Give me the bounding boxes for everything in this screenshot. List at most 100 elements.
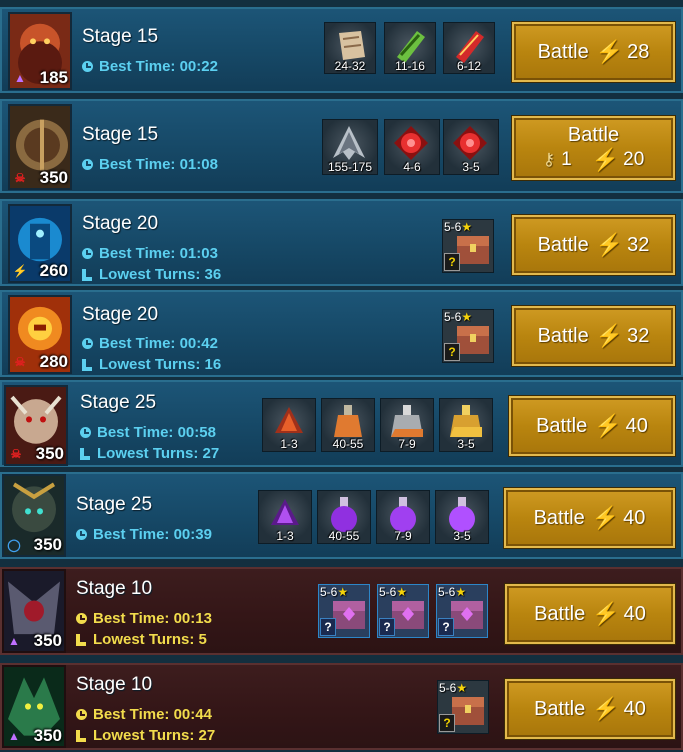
battle-button[interactable]: Battle ⚡ 40: [504, 488, 675, 548]
boss-level: 260: [39, 261, 68, 280]
stage-title: Stage 20: [82, 213, 159, 234]
best-time: Best Time: 01:03: [82, 245, 218, 262]
skull-icon: ☠: [14, 355, 26, 369]
clock-icon: [82, 159, 93, 170]
battle-button[interactable]: Battle ⚡ 32: [512, 215, 675, 275]
best-time: Best Time: 00:13: [76, 610, 212, 627]
clock-icon: [76, 709, 87, 720]
unknown-icon: ?: [444, 343, 460, 361]
purple-shard-icon: [271, 499, 299, 525]
energy-icon: ⚡: [591, 146, 620, 172]
boss-portrait: ◯ 350: [2, 474, 66, 557]
triangle-icon: ▲: [8, 634, 20, 648]
reward-slot[interactable]: 7-9: [380, 398, 434, 452]
boss-level: 350: [33, 726, 62, 745]
reward-chest[interactable]: 5-6★ ?: [318, 584, 370, 638]
chest-icon: [392, 601, 424, 629]
clock-icon: [82, 61, 93, 72]
reward-slot[interactable]: 3-5: [443, 119, 499, 175]
skull-icon: ☠: [14, 171, 26, 185]
gold-potion-icon: [450, 405, 482, 437]
best-time: Best Time: 00:22: [82, 58, 218, 75]
best-time: Best Time: 00:44: [76, 706, 212, 723]
key-icon: ⚷: [542, 149, 556, 169]
star-icon: ★: [461, 220, 473, 234]
unknown-icon: ?: [320, 618, 336, 636]
grey-potion-icon: [391, 405, 423, 437]
boss-portrait: ☠ 350: [8, 104, 72, 190]
reward-slot[interactable]: 24-32: [324, 22, 376, 74]
skull-icon: ☠: [10, 447, 22, 461]
chest-icon: [452, 697, 484, 725]
chest-icon: [457, 326, 489, 354]
battle-button[interactable]: Battle ⚡ 40: [505, 679, 675, 739]
chest-icon: [451, 601, 483, 629]
purple-potion-icon: [449, 497, 475, 532]
orange-potion-icon: [334, 405, 362, 437]
boot-icon: [82, 358, 92, 371]
battle-button[interactable]: Battle ⚡ 40: [505, 584, 675, 644]
reward-slot[interactable]: 40-55: [317, 490, 371, 544]
reward-slot[interactable]: 1-3: [258, 490, 312, 544]
chest-icon: [333, 601, 365, 629]
reward-chest[interactable]: 5-6★ ?: [442, 309, 494, 363]
red-shard-icon: [275, 407, 303, 433]
reward-slot[interactable]: 7-9: [376, 490, 430, 544]
best-time: Best Time: 01:08: [82, 156, 218, 173]
stage-row: ▲ 350 Stage 10 Best Time: 00:44 Lowest T…: [0, 663, 683, 750]
clock-icon: [80, 427, 91, 438]
unknown-icon: ?: [438, 618, 454, 636]
boot-icon: [80, 447, 90, 460]
reward-slot[interactable]: 3-5: [439, 398, 493, 452]
red-gem-icon: [394, 126, 428, 160]
boss-level: 350: [35, 444, 64, 463]
lowest-turns: Lowest Turns: 5: [76, 631, 207, 648]
reward-slot[interactable]: 4-6: [384, 119, 440, 175]
boss-portrait: ☠ 350: [4, 385, 68, 466]
boss-portrait: ▲ 350: [2, 569, 66, 653]
star-icon: ★: [455, 585, 467, 599]
best-time: Best Time: 00:42: [82, 335, 218, 352]
stage-row: ◯ 350 Stage 25 Best Time: 00:39 1-3 40-5…: [0, 472, 683, 559]
purple-potion-icon: [331, 497, 357, 532]
stage-title: Stage 20: [82, 304, 159, 325]
stage-title: Stage 25: [76, 494, 153, 515]
boss-portrait: ▲ 185: [8, 12, 72, 90]
red-gem-icon: [453, 126, 487, 160]
unknown-icon: ?: [379, 618, 395, 636]
stage-title: Stage 10: [76, 578, 153, 599]
reward-slot[interactable]: 6-12: [443, 22, 495, 74]
energy-icon: ⚡: [595, 39, 624, 64]
reward-chest[interactable]: 5-6★ ?: [377, 584, 429, 638]
best-time: Best Time: 00:58: [80, 424, 216, 441]
boss-level: 350: [39, 168, 68, 187]
boss-level: 350: [33, 631, 62, 650]
star-icon: ★: [396, 585, 408, 599]
reward-chest[interactable]: 5-6★ ?: [437, 680, 489, 734]
star-icon: ★: [461, 310, 473, 324]
reward-slot[interactable]: 11-16: [384, 22, 436, 74]
boss-portrait: ☠ 280: [8, 295, 72, 374]
star-icon: ★: [456, 681, 468, 695]
lowest-turns: Lowest Turns: 27: [76, 727, 215, 744]
clock-icon: [76, 529, 87, 540]
grey-shard-icon: [333, 126, 365, 160]
clock-icon: [76, 613, 87, 624]
lowest-turns: Lowest Turns: 16: [82, 356, 221, 373]
energy-icon: ⚡: [595, 323, 624, 348]
battle-button[interactable]: Battle ⚡ 28: [512, 22, 675, 82]
reward-chest[interactable]: 5-6★ ?: [442, 219, 494, 273]
reward-slot[interactable]: 1-3: [262, 398, 316, 452]
stage-row: ☠ 280 Stage 20 Best Time: 00:42 Lowest T…: [0, 290, 683, 377]
battle-button[interactable]: Battle ⚡ 40: [509, 396, 675, 456]
battle-button[interactable]: Battle ⚷ 1 ⚡ 20: [512, 116, 675, 180]
reward-slot[interactable]: 3-5: [435, 490, 489, 544]
unknown-icon: ?: [444, 253, 460, 271]
energy-icon: ⚡: [591, 505, 620, 530]
boot-icon: [76, 729, 86, 742]
battle-button[interactable]: Battle ⚡ 32: [512, 306, 675, 366]
reward-chest[interactable]: 5-6★ ?: [436, 584, 488, 638]
reward-slot[interactable]: 155-175: [322, 119, 378, 175]
reward-slot[interactable]: 40-55: [321, 398, 375, 452]
star-icon: ★: [337, 585, 349, 599]
